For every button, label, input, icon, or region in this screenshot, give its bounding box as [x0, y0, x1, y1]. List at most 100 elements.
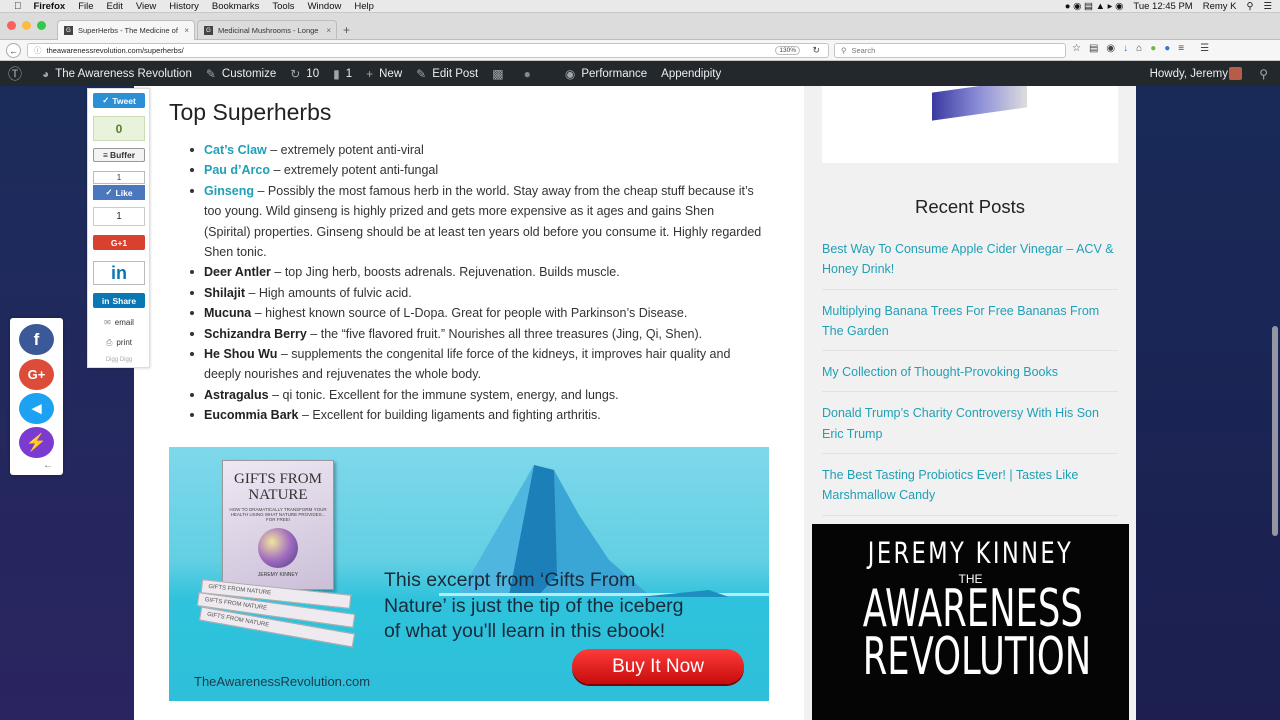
tab-title: Medicinal Mushrooms - Longe [218, 26, 319, 35]
recent-post-link[interactable]: Donald Trump’s Charity Controversy With … [822, 400, 1118, 455]
wp-edit-post[interactable]: ✎ Edit Post [416, 67, 478, 81]
tweet-button[interactable]: ✓ Tweet [93, 93, 145, 108]
buy-it-now-button[interactable]: Buy It Now [572, 649, 744, 684]
brush-icon: ✎ [205, 66, 216, 81]
linkedin-share-label: Share [112, 295, 137, 306]
buffer-icon[interactable]: ≡ [1178, 43, 1184, 54]
menu-app[interactable]: Firefox [34, 1, 66, 12]
close-tab-icon[interactable]: × [326, 26, 331, 35]
new-tab-button[interactable]: + [343, 23, 350, 37]
extension-icon[interactable]: ● [1150, 43, 1156, 54]
wordpress-logo-icon[interactable]: Ⓣ [8, 64, 28, 84]
ad-author: JEREMY KINNEY [867, 536, 1074, 570]
like-label: Like [115, 187, 133, 198]
wp-customize-label: Customize [221, 67, 277, 80]
menu-edit[interactable]: Edit [107, 1, 123, 12]
herb-description: – top Jing herb, boosts adrenals. Rejuve… [270, 265, 620, 280]
herb-link[interactable]: Pau d’Arco [204, 163, 270, 177]
sidebar-book-image[interactable] [822, 86, 1118, 163]
zoom-window-button[interactable] [37, 21, 46, 30]
sidebar-ad-awareness-revolution[interactable]: JEREMY KINNEY THE AWARENESS REVOLUTION [812, 524, 1129, 720]
buffer-button[interactable]: ≡ Buffer [93, 148, 145, 162]
menubar-user[interactable]: Remy K [1203, 1, 1237, 12]
linkedin-icon[interactable]: in [93, 261, 145, 285]
url-bar[interactable]: ⓘ theawarenessrevolution.com/superherbs/… [27, 43, 829, 58]
collapse-arrow-icon[interactable]: ← [43, 460, 53, 471]
notification-icon[interactable]: ☰ [1263, 1, 1272, 12]
recent-post-link[interactable]: My Collection of Thought-Provoking Books [822, 359, 1118, 393]
digg-digg-credit[interactable]: Digg Digg [93, 355, 145, 365]
recent-post-link[interactable]: Multiplying Banana Trees For Free Banana… [822, 298, 1118, 352]
menu-view[interactable]: View [136, 1, 156, 12]
wp-new[interactable]: + New [366, 67, 402, 81]
lightning-share-icon[interactable]: ⚡ [19, 427, 54, 458]
wp-performance[interactable]: ◉ Performance [565, 67, 647, 81]
email-share-button[interactable]: ✉ email [93, 316, 145, 329]
print-button[interactable]: ⎙ print [93, 336, 145, 349]
site-info-icon[interactable]: ⓘ [34, 45, 42, 56]
menu-window[interactable]: Window [308, 1, 342, 12]
wp-search-icon[interactable]: ⚲ [1259, 67, 1268, 81]
search-icon: ⚲ [841, 46, 847, 55]
menu-bookmarks[interactable]: Bookmarks [212, 1, 260, 12]
book-title: GIFTS FROM NATURE [234, 471, 322, 503]
close-window-button[interactable] [7, 21, 16, 30]
menu-history[interactable]: History [169, 1, 199, 12]
wp-updates[interactable]: ↻ 10 [290, 67, 319, 81]
ebook-banner[interactable]: GIFTS FROM NATURE HOW TO DRAMATICALLY TR… [169, 447, 769, 701]
facebook-like-button[interactable]: ✓ Like [93, 185, 145, 200]
tab-title: SuperHerbs - The Medicine of [78, 26, 178, 35]
gplus-button[interactable]: G+1 [93, 235, 145, 250]
close-tab-icon[interactable]: × [184, 26, 189, 35]
home-icon[interactable]: ⌂ [1136, 43, 1142, 54]
herb-item: Ginseng – Possibly the most famous herb … [184, 181, 764, 263]
menubar-clock[interactable]: Tue 12:45 PM [1133, 1, 1192, 12]
tab-medicinal-mushrooms[interactable]: G Medicinal Mushrooms - Longe × [197, 20, 337, 40]
herb-link[interactable]: Ginseng [204, 184, 254, 198]
page-scrollbar[interactable] [1270, 86, 1280, 720]
yoast-icon[interactable]: ▩ [492, 67, 509, 81]
zoom-indicator[interactable]: 130% [775, 46, 800, 55]
linkedin-small-icon: in [101, 295, 110, 306]
herb-item: Pau d’Arco – extremely potent anti-funga… [184, 160, 764, 180]
reload-icon[interactable]: ↻ [812, 45, 820, 56]
apple-icon[interactable]:  [14, 1, 22, 12]
google-plus-share-icon[interactable]: G+ [19, 359, 54, 390]
download-icon[interactable]: ↓ [1123, 43, 1128, 54]
wp-comments[interactable]: ▮ 1 [333, 67, 352, 81]
pencil-icon: ✎ [416, 66, 427, 81]
wp-howdy[interactable]: Howdy, Jeremy [1150, 68, 1228, 80]
spotlight-icon[interactable]: ⚲ [1247, 1, 1254, 12]
recent-posts-list: Best Way To Consume Apple Cider Vinegar … [822, 236, 1118, 524]
facebook-share-icon[interactable]: f [19, 324, 54, 355]
reading-list-icon[interactable]: ▤ [1089, 43, 1098, 54]
twitter-share-icon[interactable]: ◄ [19, 393, 54, 424]
recent-post-link[interactable]: The Best Tasting Probiotics Ever! | Tast… [822, 462, 1118, 516]
wp-site-name[interactable]: ◕ The Awareness Revolution [42, 67, 192, 81]
status-dot-icon[interactable]: ● [524, 67, 537, 81]
recent-post-link[interactable]: Best Way To Consume Apple Cider Vinegar … [822, 236, 1118, 290]
linkedin-share-button[interactable]: in Share [93, 293, 145, 308]
check-icon: ✓ [105, 187, 113, 197]
minimize-window-button[interactable] [22, 21, 31, 30]
pocket-icon[interactable]: ◉ [1106, 43, 1115, 54]
menu-icon[interactable]: ☰ [1200, 43, 1209, 54]
scrollbar-thumb[interactable] [1272, 326, 1278, 536]
back-button[interactable]: ← [6, 43, 21, 58]
bookmark-star-icon[interactable]: ☆ [1072, 43, 1081, 54]
herb-name: Astragalus [204, 387, 269, 402]
wp-customize[interactable]: ✎ Customize [206, 67, 276, 81]
menu-help[interactable]: Help [354, 1, 374, 12]
herb-link[interactable]: Cat’s Claw [204, 143, 267, 157]
url-text: theawarenessrevolution.com/superherbs/ [46, 46, 184, 55]
extension-icon[interactable]: ● [1164, 43, 1170, 54]
wp-performance-label: Performance [581, 67, 648, 80]
search-field[interactable]: ⚲ Search [834, 43, 1066, 58]
avatar[interactable] [1229, 67, 1242, 80]
status-icons[interactable]: ● ◉ ▤ ▲ ▸ ◉ [1065, 1, 1124, 12]
menu-file[interactable]: File [78, 1, 93, 12]
menu-tools[interactable]: Tools [272, 1, 294, 12]
herb-name: Deer Antler [204, 265, 271, 280]
wp-appendipity[interactable]: Appendipity [661, 68, 721, 80]
tab-superherbs[interactable]: G SuperHerbs - The Medicine of × [57, 20, 195, 40]
